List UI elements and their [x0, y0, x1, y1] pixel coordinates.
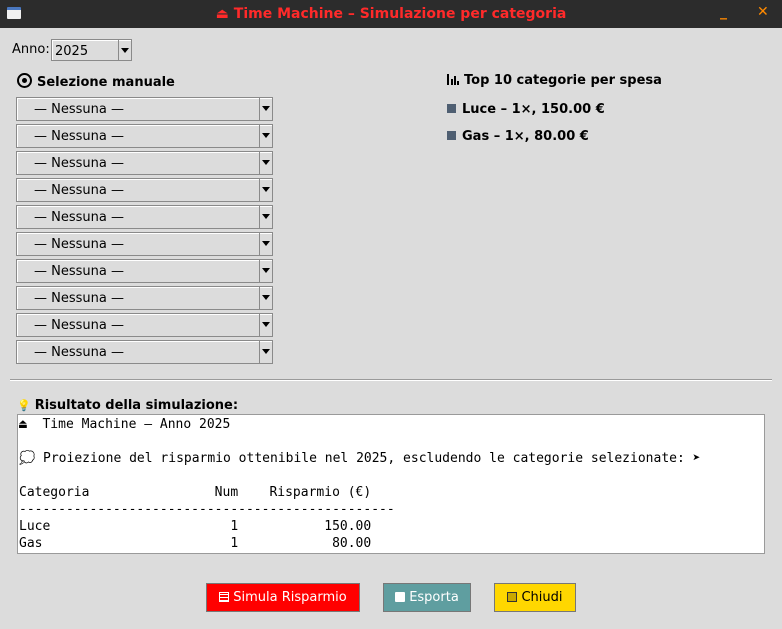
output-line: Categoria Num Risparmio (€): [19, 485, 372, 500]
chevron-down-icon: [259, 125, 272, 147]
save-icon: [395, 592, 406, 602]
window-titlebar: ⏏ Time Machine – Simulazione per categor…: [0, 0, 782, 28]
output-line: 💭 Proiezione del risparmio ottenibile ne…: [19, 451, 701, 466]
radio-icon: [17, 73, 32, 88]
result-output[interactable]: ⏏ Time Machine – Anno 2025 💭 Proiezione …: [17, 414, 765, 554]
category-select-value: — Nessuna —: [34, 318, 124, 333]
category-select[interactable]: — Nessuna —: [16, 205, 273, 229]
chevron-down-icon: [259, 206, 272, 228]
simulate-savings-button[interactable]: Simula Risparmio: [206, 583, 360, 612]
close-window-button[interactable]: ✕: [757, 4, 769, 20]
chevron-down-icon: [118, 40, 131, 60]
chevron-down-icon: [259, 152, 272, 174]
chevron-down-icon: [259, 98, 272, 120]
chevron-down-icon: [259, 179, 272, 201]
divider: [10, 379, 772, 381]
top-category-item: Gas – 1×, 80.00 €: [447, 129, 589, 144]
manual-selection-title: Selezione manuale: [37, 75, 175, 90]
category-select-value: — Nessuna —: [34, 129, 124, 144]
output-line: Gas 1 80.00: [19, 536, 372, 551]
output-line: Luce 1 150.00: [19, 519, 372, 534]
category-select[interactable]: — Nessuna —: [16, 151, 273, 175]
top-category-label: Luce – 1×, 150.00 €: [462, 102, 605, 117]
lightbulb-icon: 💡: [17, 399, 31, 412]
category-select-value: — Nessuna —: [34, 264, 124, 279]
category-select[interactable]: — Nessuna —: [16, 124, 273, 148]
category-select[interactable]: — Nessuna —: [16, 178, 273, 202]
category-select[interactable]: — Nessuna —: [16, 232, 273, 256]
category-select-value: — Nessuna —: [34, 237, 124, 252]
bullet-square-icon: [447, 131, 456, 140]
year-select[interactable]: 2025: [51, 39, 132, 61]
category-select-value: — Nessuna —: [34, 183, 124, 198]
category-select-value: — Nessuna —: [34, 291, 124, 306]
top-category-item: Luce – 1×, 150.00 €: [447, 102, 605, 117]
chevron-down-icon: [259, 341, 272, 363]
category-select-value: — Nessuna —: [34, 345, 124, 360]
top-category-label: Gas – 1×, 80.00 €: [462, 129, 589, 144]
window-title: ⏏ Time Machine – Simulazione per categor…: [0, 6, 782, 22]
export-button[interactable]: Esporta: [383, 583, 471, 612]
category-select-value: — Nessuna —: [34, 102, 124, 117]
manual-selection-header: Selezione manuale: [17, 73, 175, 90]
table-icon: [219, 592, 230, 602]
chevron-down-icon: [259, 233, 272, 255]
minimize-button[interactable]: _: [720, 4, 727, 20]
close-label: Chiudi: [521, 590, 563, 605]
output-line: ----------------------------------------…: [19, 502, 395, 517]
category-select[interactable]: — Nessuna —: [16, 97, 273, 121]
result-header: 💡 Risultato della simulazione:: [17, 398, 238, 413]
top-categories-header: Top 10 categorie per spesa: [447, 73, 662, 88]
export-label: Esporta: [409, 590, 459, 605]
output-line: ⏏ Time Machine – Anno 2025: [19, 417, 231, 432]
chevron-down-icon: [259, 287, 272, 309]
category-select-value: — Nessuna —: [34, 156, 124, 171]
result-title: Risultato della simulazione:: [34, 398, 239, 413]
bullet-square-icon: [447, 104, 456, 113]
year-select-value: 2025: [55, 44, 89, 59]
simulate-savings-label: Simula Risparmio: [233, 590, 347, 605]
category-select[interactable]: — Nessuna —: [16, 313, 273, 337]
stop-icon: [507, 592, 518, 602]
category-select[interactable]: — Nessuna —: [16, 340, 273, 364]
year-label: Anno:: [12, 42, 50, 57]
chevron-down-icon: [259, 314, 272, 336]
top-categories-title: Top 10 categorie per spesa: [464, 73, 662, 88]
category-select[interactable]: — Nessuna —: [16, 286, 273, 310]
close-button[interactable]: Chiudi: [494, 583, 576, 612]
bar-chart-icon: [447, 74, 459, 85]
window-title-text: Time Machine – Simulazione per categoria: [233, 6, 567, 22]
category-select-value: — Nessuna —: [34, 210, 124, 225]
category-select[interactable]: — Nessuna —: [16, 259, 273, 283]
eject-icon: ⏏: [215, 6, 229, 22]
chevron-down-icon: [259, 260, 272, 282]
